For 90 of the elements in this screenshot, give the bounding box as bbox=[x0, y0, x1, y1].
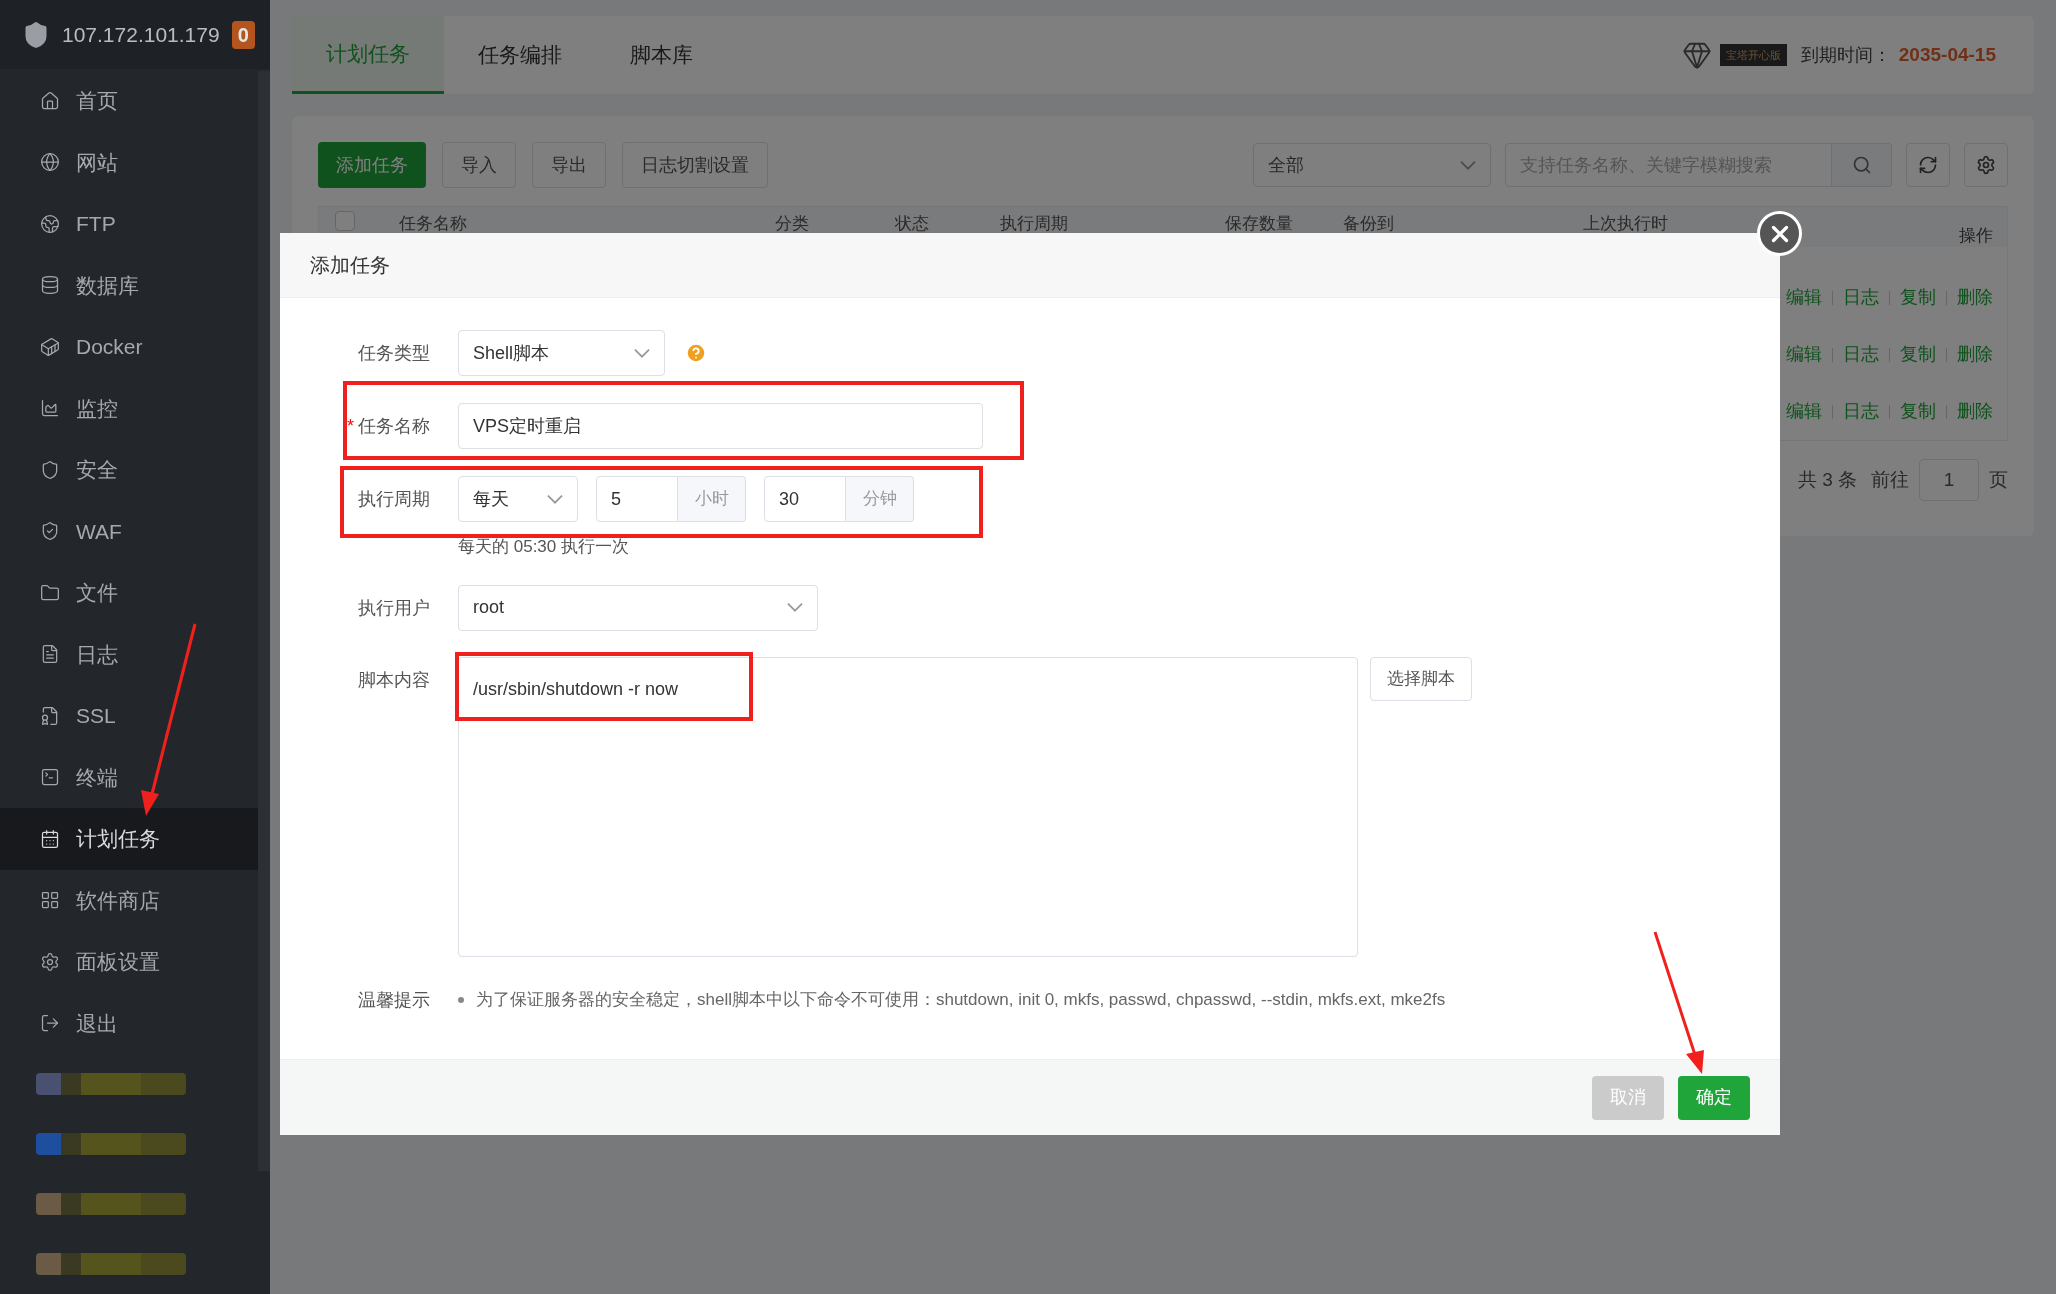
settings-button[interactable] bbox=[1964, 143, 2008, 187]
toolbar-button[interactable]: 日志切割设置 bbox=[622, 142, 768, 188]
scrollbar[interactable] bbox=[258, 71, 270, 1171]
sidebar-item[interactable]: 面板设置 bbox=[0, 931, 258, 993]
certificate-icon bbox=[40, 705, 60, 726]
sidebar-item[interactable]: 首页 bbox=[0, 70, 258, 132]
required-mark: * bbox=[347, 415, 354, 438]
sidebar-item[interactable]: 计划任务 bbox=[0, 808, 258, 870]
column-header: 分类 bbox=[775, 213, 810, 235]
refresh-button[interactable] bbox=[1906, 143, 1950, 187]
sidebar-item[interactable]: 日志 bbox=[0, 623, 258, 685]
page-input[interactable]: 1 bbox=[1919, 459, 1979, 501]
page-label: 页 bbox=[1989, 467, 2008, 492]
document-icon bbox=[40, 644, 60, 665]
notification-badge[interactable]: 0 bbox=[231, 20, 255, 49]
globe-icon bbox=[40, 152, 60, 173]
field-label: 任务名称 bbox=[358, 415, 430, 438]
diamond-icon bbox=[1681, 40, 1712, 70]
sidebar-item[interactable]: 退出 bbox=[0, 992, 258, 1054]
total-count: 共 3 条 bbox=[1797, 467, 1857, 492]
sidebar-item[interactable]: 网站 bbox=[0, 131, 258, 193]
text-field[interactable]: VPS定时重启 bbox=[458, 403, 983, 449]
calendar-icon bbox=[40, 828, 60, 849]
unit-label: 小时 bbox=[678, 476, 746, 522]
sidebar-item[interactable]: Docker bbox=[0, 316, 258, 378]
chevron-icon bbox=[787, 603, 803, 612]
column-header: 状态 bbox=[895, 213, 930, 235]
home-icon bbox=[40, 90, 60, 111]
expiry-date: 2035-04-15 bbox=[1898, 42, 1996, 67]
column-header: 保存数量 bbox=[1225, 213, 1294, 235]
sidebar-item[interactable]: 软件商店 bbox=[0, 869, 258, 931]
tab[interactable]: 任务编排 bbox=[444, 16, 596, 94]
dialog-button[interactable]: 确定 bbox=[1678, 1075, 1750, 1120]
column-header: 执行周期 bbox=[1000, 213, 1069, 235]
field-label: 执行用户 bbox=[358, 596, 430, 620]
help-icon[interactable] bbox=[685, 342, 707, 364]
tip-label: 温馨提示 bbox=[357, 988, 431, 1012]
dropdown-select[interactable]: root bbox=[458, 584, 818, 631]
sidebar-item[interactable]: FTP bbox=[0, 193, 258, 255]
host-address: 107.172.101.179 bbox=[62, 21, 220, 48]
globe-icon bbox=[40, 213, 60, 234]
container-icon bbox=[40, 336, 60, 357]
folder-icon bbox=[40, 582, 60, 603]
sidebar-item[interactable]: 数据库 bbox=[0, 254, 258, 316]
field-label: 脚本内容 bbox=[358, 668, 430, 692]
tip-text: 为了保证服务器的安全稳定，shell脚本中以下命令不可使用：shutdown, init 0, mkfs, passwd, chpasswd, --stdin, mkfs.ext, mke2fs bbox=[476, 989, 1446, 1012]
chevron-icon bbox=[1460, 160, 1476, 170]
chevron-icon bbox=[547, 494, 563, 504]
shield-icon bbox=[40, 459, 60, 480]
sidebar-item[interactable]: SSL bbox=[0, 685, 258, 747]
settings-icon bbox=[40, 951, 60, 972]
column-header: 任务名称 bbox=[399, 213, 468, 235]
tab[interactable]: 脚本库 bbox=[596, 16, 727, 94]
sidebar-item[interactable]: 安全 bbox=[0, 439, 258, 501]
search-icon bbox=[1851, 155, 1872, 175]
sidebar-item[interactable]: 监控 bbox=[0, 377, 258, 439]
choose-script-button[interactable]: 选择脚本 bbox=[1370, 656, 1472, 701]
field-label: 执行周期 bbox=[358, 488, 430, 511]
chart-icon bbox=[40, 398, 60, 419]
column-header: 备份到 bbox=[1343, 213, 1395, 235]
terminal-icon bbox=[40, 767, 60, 788]
edition-badge: 宝塔开心版 bbox=[1719, 43, 1787, 67]
number-field[interactable]: 5 bbox=[596, 476, 678, 522]
dropdown-select[interactable]: 每天 bbox=[458, 476, 578, 522]
dialog-title: 添加任务 bbox=[310, 253, 390, 278]
column-header: 操作 bbox=[1959, 225, 1993, 247]
sidebar-item[interactable]: 终端 bbox=[0, 746, 258, 808]
logout-icon bbox=[40, 1013, 60, 1034]
category-select[interactable]: 全部 bbox=[1253, 143, 1491, 187]
goto-label: 前往 bbox=[1871, 467, 1909, 492]
number-field[interactable]: 30 bbox=[764, 476, 846, 522]
shield-icon bbox=[40, 521, 60, 542]
sidebar-item[interactable]: WAF bbox=[0, 500, 258, 562]
grid-icon bbox=[40, 890, 60, 911]
bullet-icon bbox=[458, 997, 464, 1003]
dropdown-select[interactable]: Shell脚本 bbox=[458, 330, 665, 376]
database-icon bbox=[40, 275, 60, 296]
search-button[interactable] bbox=[1832, 143, 1892, 187]
settings-icon bbox=[1976, 155, 1996, 175]
sidebar-item[interactable]: 文件 bbox=[0, 562, 258, 624]
field-label: 任务类型 bbox=[358, 342, 430, 365]
toolbar-button[interactable]: 导出 bbox=[532, 142, 606, 188]
chevron-icon bbox=[634, 348, 650, 358]
column-header: 上次执行时 bbox=[1583, 213, 1669, 235]
select-all-checkbox[interactable] bbox=[335, 211, 355, 231]
schedule-hint: 每天的 05:30 执行一次 bbox=[458, 536, 630, 558]
toolbar-button[interactable]: 导入 bbox=[442, 142, 516, 188]
refresh-icon bbox=[1918, 155, 1938, 175]
expiry-label: 到期时间： bbox=[1800, 43, 1891, 67]
unit-label: 分钟 bbox=[846, 476, 914, 522]
